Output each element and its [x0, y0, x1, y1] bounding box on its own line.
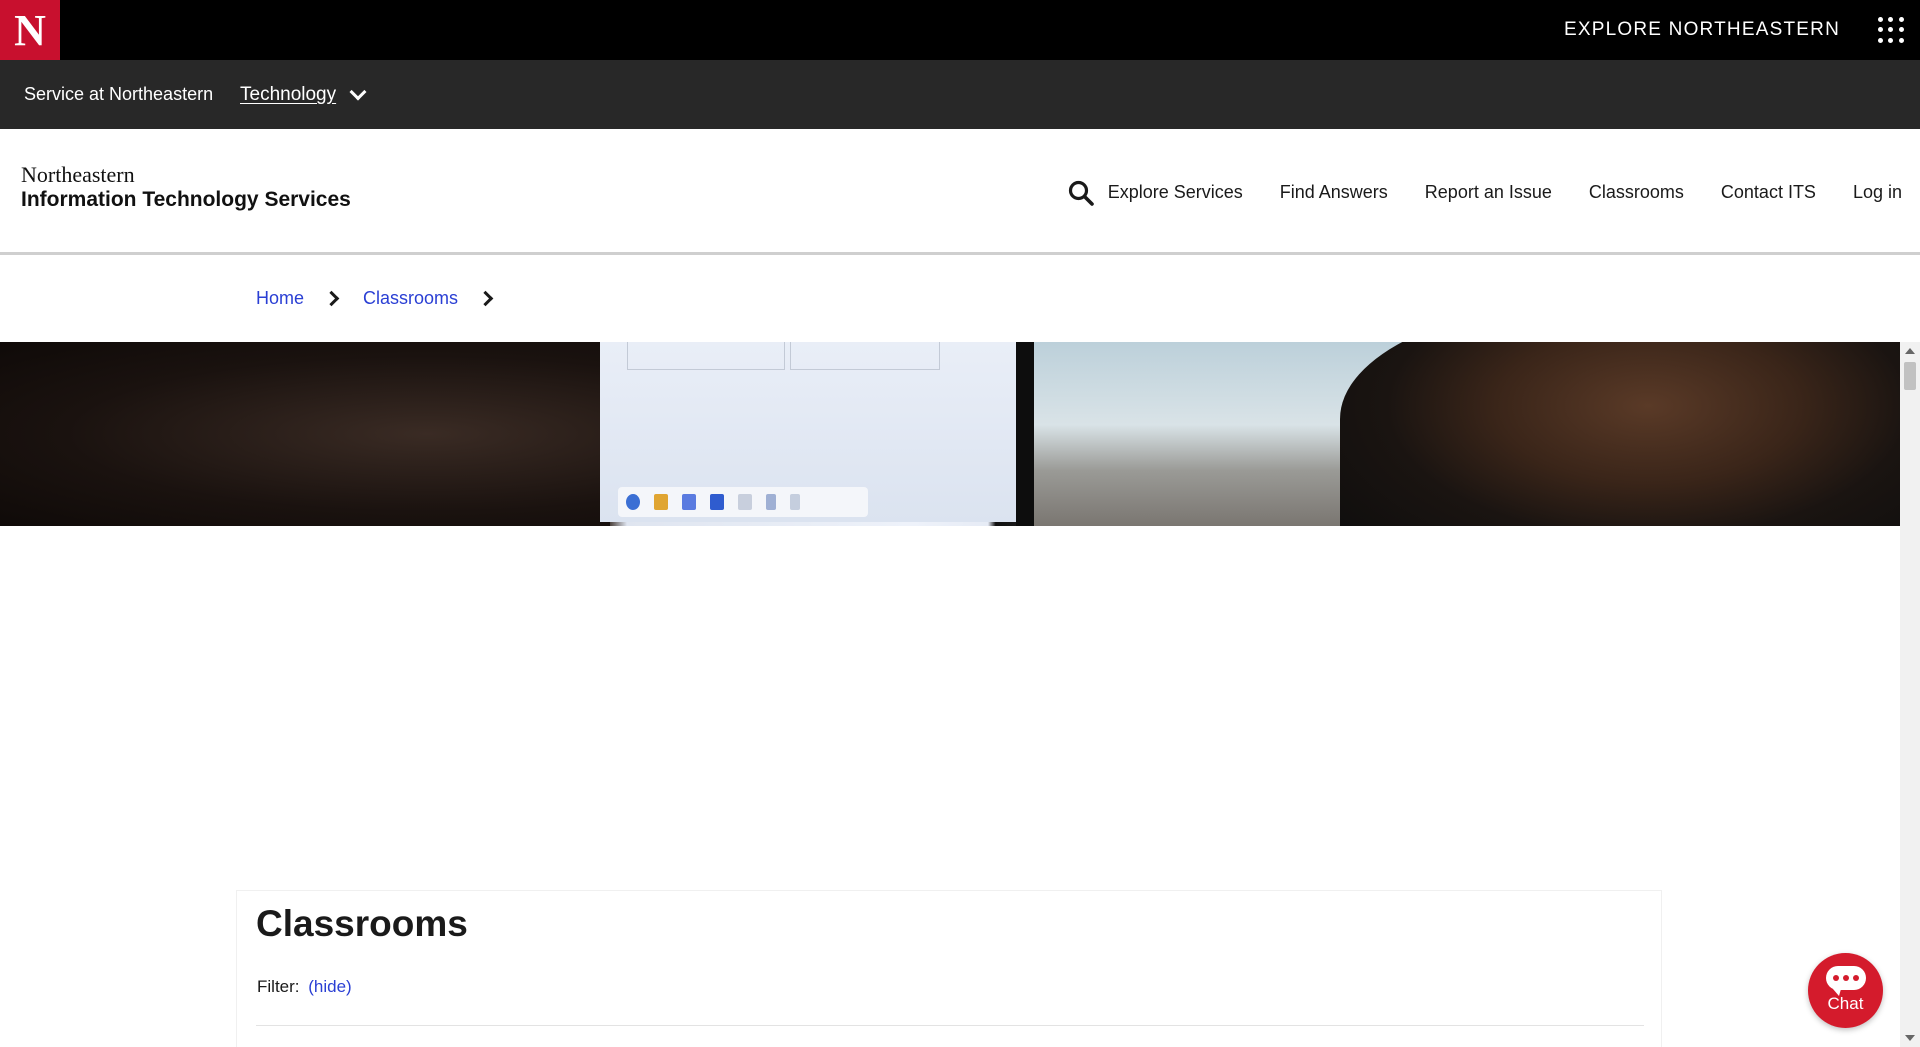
search-icon[interactable]	[1068, 180, 1094, 206]
breadcrumb-classrooms[interactable]: Classrooms	[363, 288, 458, 309]
chat-label: Chat	[1827, 993, 1864, 1013]
scrollbar-thumb[interactable]	[1904, 362, 1916, 390]
its-brand-logo[interactable]: Northeastern Information Technology Serv…	[21, 163, 351, 213]
global-top-bar: N EXPLORE NORTHEASTERN	[0, 0, 1920, 60]
breadcrumb: Home Classrooms	[256, 255, 517, 341]
filter-label: Filter:	[257, 977, 300, 996]
technology-dropdown-label: Technology	[240, 84, 337, 105]
brand-line-northeastern: Northeastern	[21, 162, 135, 187]
chat-button[interactable]: Chat	[1808, 953, 1883, 1028]
filter-hide-toggle[interactable]: (hide)	[308, 977, 351, 996]
main-nav: Explore Services Find Answers Report an …	[1108, 129, 1902, 255]
chevron-right-icon	[323, 290, 340, 306]
chevron-down-icon	[349, 83, 367, 100]
main-content-card: Classrooms Filter: (hide)	[236, 890, 1662, 1047]
filter-row: Filter: (hide)	[257, 977, 352, 997]
brand-line-its: Information Technology Services	[21, 188, 351, 211]
nav-contact-its[interactable]: Contact ITS	[1721, 182, 1816, 203]
nav-find-answers[interactable]: Find Answers	[1280, 182, 1388, 203]
hero-banner-image	[0, 342, 1900, 526]
northeastern-logo[interactable]: N	[0, 0, 60, 60]
scroll-up-arrow-icon[interactable]	[1905, 348, 1915, 354]
breadcrumb-home[interactable]: Home	[256, 288, 304, 309]
page-scrollbar[interactable]	[1900, 342, 1920, 1047]
explore-northeastern-link[interactable]: EXPLORE NORTHEASTERN	[1564, 0, 1840, 60]
service-bar: Service at Northeastern Technology	[0, 60, 1920, 129]
chat-bubble-icon	[1825, 965, 1866, 996]
chevron-right-icon	[477, 290, 494, 306]
technology-dropdown[interactable]: Technology	[240, 60, 367, 129]
grid-dots-icon[interactable]	[1877, 16, 1905, 44]
site-header: Northeastern Information Technology Serv…	[0, 129, 1920, 255]
nav-explore-services[interactable]: Explore Services	[1108, 182, 1243, 203]
nav-classrooms[interactable]: Classrooms	[1589, 182, 1684, 203]
page-title: Classrooms	[256, 903, 468, 944]
nav-log-in[interactable]: Log in	[1853, 182, 1902, 203]
scroll-down-arrow-icon[interactable]	[1905, 1035, 1915, 1041]
service-at-northeastern-link[interactable]: Service at Northeastern	[24, 60, 213, 129]
nav-report-an-issue[interactable]: Report an Issue	[1425, 182, 1552, 203]
divider	[256, 1025, 1644, 1026]
